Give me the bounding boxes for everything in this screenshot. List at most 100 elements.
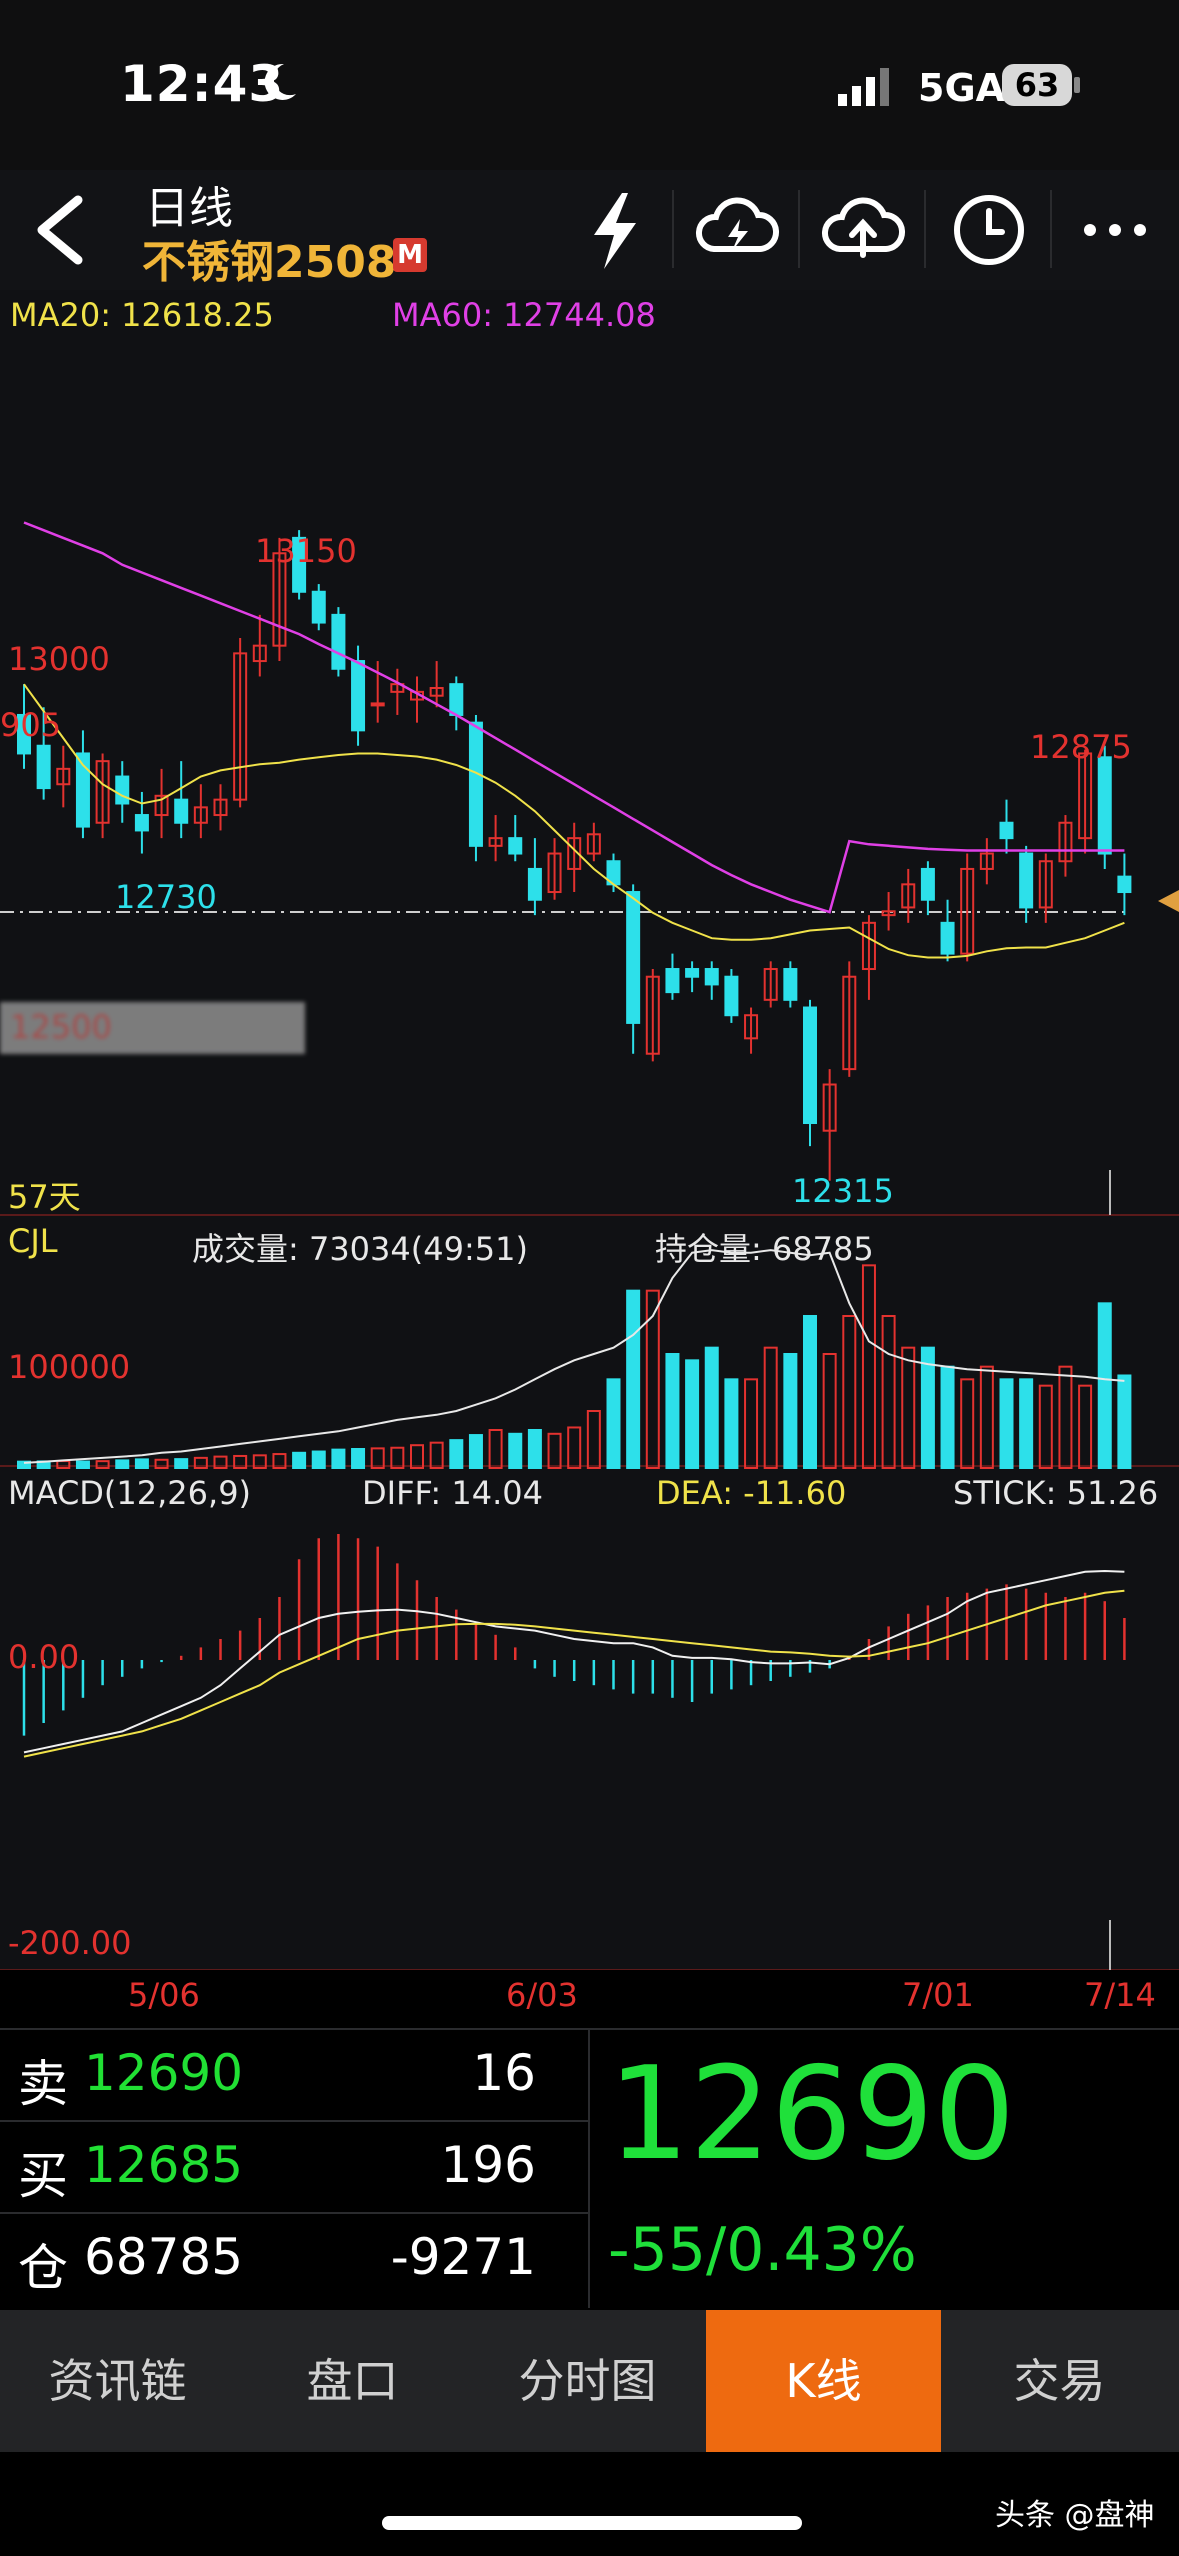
volume-bar: [685, 1359, 700, 1470]
volume-bar: [1038, 1384, 1053, 1469]
tab-kline[interactable]: K线: [706, 2310, 941, 2452]
kline-chart[interactable]: [0, 290, 1179, 1970]
back-button[interactable]: [30, 192, 90, 268]
candle-body: [311, 590, 326, 624]
candle-body: [370, 702, 385, 707]
volume-bar: [75, 1460, 90, 1470]
volume-bar: [488, 1429, 503, 1469]
ma20-line: [23, 683, 1125, 959]
volume-bar: [999, 1378, 1014, 1470]
oi-label: 仓: [18, 2239, 68, 2297]
volume-bar: [567, 1426, 582, 1470]
current-price-marker-icon: [1158, 890, 1179, 916]
instrument-name[interactable]: 不锈钢2508: [142, 226, 396, 290]
ask-row[interactable]: 卖 12690 16: [0, 2030, 588, 2122]
market-badge: M: [393, 238, 427, 272]
header-divider: [672, 190, 674, 268]
ask-price: 12690: [84, 2044, 244, 2102]
candle-body: [999, 821, 1014, 840]
home-indicator[interactable]: [382, 2516, 802, 2530]
macd-dea-value: DEA: -11.60: [656, 1474, 847, 1512]
candle-body: [665, 968, 680, 994]
volume-bar: [842, 1315, 857, 1469]
volume-bar: [606, 1378, 621, 1470]
candle-body: [1097, 756, 1112, 855]
volume-bar: [626, 1289, 641, 1470]
high-label: 13150: [255, 532, 357, 570]
volume-bar: [960, 1378, 975, 1470]
macd-stick-value: STICK: 51.26: [953, 1474, 1159, 1512]
candle-body: [36, 744, 51, 790]
bid-quantity: 196: [440, 2136, 536, 2194]
candle-body: [508, 837, 523, 855]
candle-body: [803, 1006, 817, 1125]
candle-body: [527, 867, 542, 901]
price-axis-label: 905: [0, 706, 62, 744]
volume-panel-name: CJL: [8, 1222, 58, 1260]
volume-bar: [1078, 1384, 1093, 1469]
tab-order-book[interactable]: 盘口: [235, 2310, 470, 2452]
quote-divider: [588, 2028, 590, 2308]
candle-body: [940, 921, 955, 955]
tab-intraday[interactable]: 分时图: [470, 2310, 705, 2452]
candle-body: [704, 968, 719, 986]
volume-bar: [351, 1448, 366, 1469]
price-change: -55/0.43%: [608, 2215, 917, 2285]
volume-bar: [410, 1444, 424, 1469]
date-axis-label: 5/06: [128, 1976, 200, 2014]
volume-bar: [724, 1378, 739, 1470]
volume-bar: [429, 1441, 444, 1469]
lightning-icon[interactable]: [570, 185, 660, 275]
volume-bar: [704, 1346, 719, 1469]
date-axis-label: 7/14: [1084, 1976, 1156, 2014]
ask-quantity: 16: [472, 2044, 536, 2102]
oi-value: 68785: [84, 2228, 244, 2286]
recent-high-label: 12875: [1030, 728, 1132, 766]
volume-bar: [331, 1448, 346, 1469]
volume-bar: [783, 1353, 798, 1469]
volume-bar: [390, 1446, 405, 1469]
watermark: 头条 @盘神: [995, 2498, 1155, 2533]
volume-bar: [901, 1346, 916, 1469]
tab-trade[interactable]: 交易: [942, 2310, 1177, 2452]
candle-body: [1019, 852, 1034, 909]
volume-bar: [1097, 1302, 1112, 1469]
volume-bar: [134, 1458, 149, 1470]
candle-body: [1117, 875, 1132, 894]
open-interest-value: 持仓量: 68785: [655, 1230, 874, 1268]
candle-body: [920, 867, 935, 901]
volume-bar: [115, 1459, 130, 1470]
volume-bar: [763, 1346, 778, 1469]
last-price: 12690: [608, 2040, 1016, 2189]
candle-body: [685, 968, 700, 978]
days-count: 57天: [8, 1178, 81, 1216]
candle-body: [626, 891, 641, 1024]
battery-level: 63: [1002, 64, 1072, 106]
volume-bar: [508, 1432, 523, 1470]
status-time: 12:43: [120, 55, 285, 113]
volume-bar: [665, 1353, 680, 1469]
volume-bar: [311, 1450, 326, 1469]
candle-body: [783, 968, 798, 1001]
oi-change: -9271: [390, 2228, 536, 2286]
volume-bar: [527, 1429, 542, 1469]
moon-icon: [262, 60, 298, 108]
bid-row[interactable]: 买 12685 196: [0, 2122, 588, 2214]
open-interest-line: [23, 1249, 1125, 1464]
ma60-value: MA60: 12744.08: [392, 296, 656, 334]
header-divider: [1050, 190, 1052, 268]
bid-price: 12685: [84, 2136, 244, 2194]
more-icon[interactable]: [1070, 185, 1160, 275]
cloud-upload-icon[interactable]: [818, 185, 908, 275]
tab-news-chain[interactable]: 资讯链: [0, 2310, 235, 2452]
bid-label: 买: [18, 2147, 68, 2205]
candle-body: [449, 683, 464, 716]
date-axis-label: 7/01: [902, 1976, 974, 2014]
volume-bar: [449, 1439, 464, 1469]
volume-bar: [1058, 1365, 1073, 1469]
network-type: 5GA: [918, 66, 1006, 110]
volume-bar: [1117, 1374, 1132, 1469]
volume-bar: [979, 1365, 994, 1469]
cloud-sync-icon[interactable]: [692, 185, 782, 275]
clock-icon[interactable]: [944, 185, 1034, 275]
